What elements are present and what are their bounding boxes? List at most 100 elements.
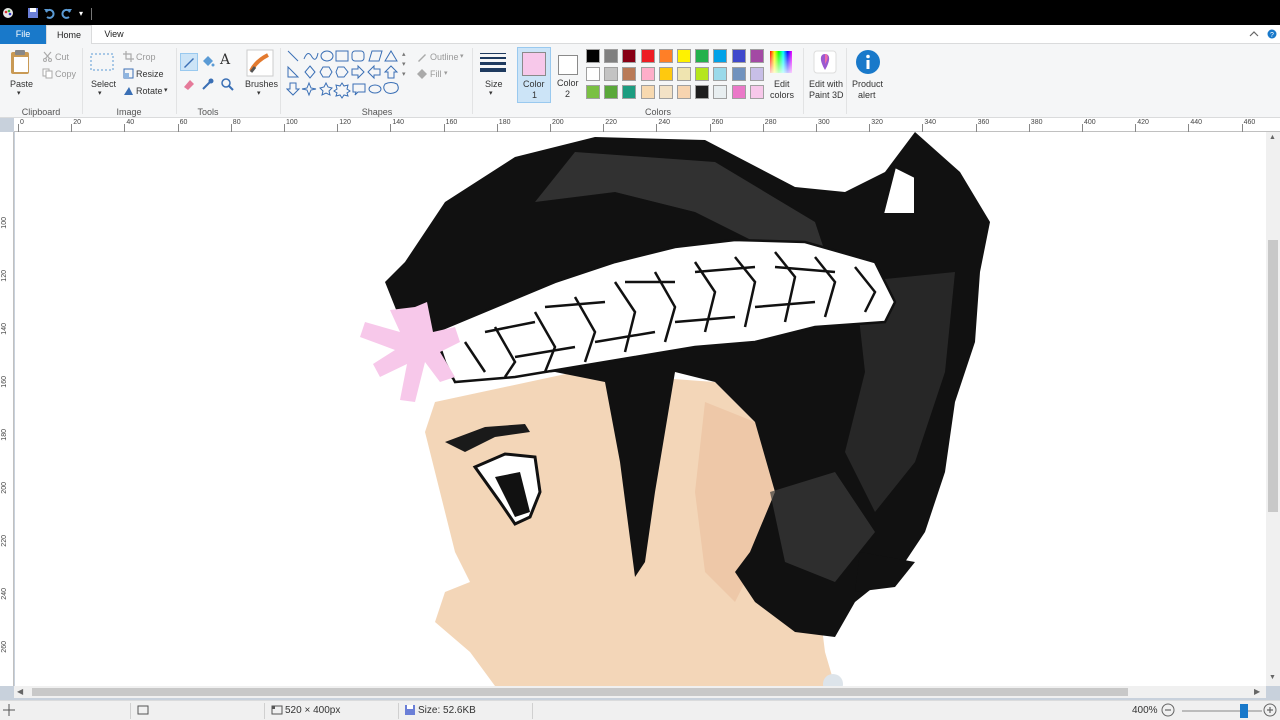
resize-icon[interactable] — [123, 68, 134, 81]
select-dropdown-icon[interactable]: ▾ — [98, 89, 102, 97]
pencil-icon[interactable] — [180, 53, 198, 71]
horizontal-scroll-thumb[interactable] — [32, 688, 1128, 696]
horizontal-scrollbar[interactable]: ◀ ▶ — [14, 686, 1266, 698]
scroll-down-icon[interactable]: ▼ — [1269, 674, 1276, 681]
fill-bucket-icon[interactable] — [201, 54, 215, 70]
eraser-icon[interactable] — [182, 77, 196, 93]
color-picker-icon[interactable] — [201, 77, 215, 93]
zoom-out-icon[interactable] — [1161, 703, 1175, 720]
palette-swatch[interactable] — [713, 49, 728, 63]
palette-swatch[interactable] — [713, 67, 728, 81]
size-button[interactable]: Size — [485, 79, 503, 89]
palette-swatch[interactable] — [677, 85, 691, 99]
palette-swatch[interactable] — [731, 67, 746, 81]
undo-icon[interactable] — [43, 7, 55, 19]
palette-swatch[interactable] — [622, 49, 637, 63]
select-button[interactable]: Select — [91, 79, 116, 89]
select-icon[interactable] — [90, 52, 114, 74]
edit-with-paint3d-button[interactable]: Edit with — [809, 79, 843, 89]
save-icon[interactable] — [27, 7, 39, 19]
scroll-left-icon[interactable]: ◀ — [17, 687, 23, 696]
brushes-button[interactable]: Brushes — [245, 79, 278, 89]
palette-swatch[interactable] — [749, 67, 764, 81]
palette-swatch[interactable] — [731, 49, 746, 63]
tab-home[interactable]: Home — [46, 25, 92, 45]
info-icon[interactable] — [855, 49, 881, 77]
paste-button[interactable]: Paste — [10, 79, 33, 89]
palette-swatch[interactable] — [604, 85, 619, 99]
brushes-dropdown-icon[interactable]: ▾ — [257, 89, 261, 97]
minimize-ribbon-icon[interactable] — [1249, 29, 1259, 39]
zoom-in-icon[interactable] — [1263, 703, 1277, 720]
crop-icon[interactable] — [123, 51, 134, 64]
tab-view[interactable]: View — [92, 25, 136, 44]
status-separator — [532, 703, 533, 719]
rotate-dropdown-icon[interactable]: ▾ — [164, 86, 168, 94]
palette-swatch[interactable] — [622, 85, 637, 99]
palette-swatch[interactable] — [695, 49, 710, 63]
palette-swatch[interactable] — [640, 67, 655, 81]
copy-button[interactable]: Copy — [55, 69, 76, 79]
palette-swatch[interactable] — [640, 85, 655, 99]
fill-dropdown-icon[interactable]: ▾ — [444, 69, 448, 77]
palette-swatch[interactable] — [713, 85, 728, 99]
scroll-up-icon[interactable]: ▲ — [1269, 134, 1276, 141]
shapes-gallery-icon[interactable] — [285, 49, 402, 101]
tab-file[interactable]: File — [0, 25, 46, 44]
edit-colors-label-line2: colors — [770, 90, 795, 100]
customize-quick-access-icon[interactable]: ▾ — [79, 7, 83, 19]
edit-colors-icon[interactable] — [769, 50, 793, 76]
outline-button[interactable]: Outline — [430, 52, 459, 62]
rotate-button[interactable]: Rotate — [136, 86, 163, 96]
text-tool-icon[interactable]: A — [220, 52, 230, 68]
palette-swatch[interactable] — [695, 67, 710, 81]
paint3d-icon[interactable] — [813, 50, 837, 76]
palette-swatch[interactable] — [658, 85, 673, 99]
palette-swatch[interactable] — [658, 67, 673, 81]
edit-colors-button[interactable]: Edit — [774, 79, 790, 89]
color1-selector[interactable]: Color 1 — [517, 47, 551, 103]
zoom-slider[interactable] — [1182, 704, 1262, 718]
size-icon[interactable] — [479, 51, 507, 75]
palette-swatch[interactable] — [749, 49, 764, 63]
vertical-scroll-thumb[interactable] — [1268, 240, 1278, 512]
palette-swatch[interactable] — [604, 49, 619, 63]
outline-icon[interactable] — [416, 51, 428, 65]
palette-swatch[interactable] — [677, 49, 691, 63]
copy-icon[interactable] — [42, 68, 53, 81]
crop-button[interactable]: Crop — [136, 52, 156, 62]
help-icon[interactable]: ? — [1267, 29, 1277, 39]
palette-swatch[interactable] — [640, 49, 655, 63]
palette-swatch[interactable] — [749, 85, 764, 99]
product-alert-button[interactable]: Product — [852, 79, 883, 89]
cut-icon[interactable] — [42, 51, 53, 64]
palette-swatch[interactable] — [677, 67, 691, 81]
vertical-scrollbar[interactable]: ▲ ▼ — [1266, 132, 1280, 686]
paint-app-icon[interactable] — [2, 7, 14, 19]
paste-icon[interactable] — [9, 49, 33, 79]
redo-icon[interactable] — [61, 7, 73, 19]
rotate-icon[interactable] — [123, 85, 134, 98]
palette-swatch[interactable] — [586, 85, 600, 99]
palette-swatch[interactable] — [604, 67, 619, 81]
drawing-canvas[interactable] — [15, 132, 1266, 686]
brushes-icon[interactable] — [246, 49, 274, 79]
color2-selector[interactable]: Color 2 — [553, 47, 583, 103]
palette-swatch[interactable] — [658, 49, 673, 63]
palette-swatch[interactable] — [586, 67, 600, 81]
shapes-scroll-icon[interactable]: ▴ ▾ ▾ — [402, 50, 406, 80]
fill-icon[interactable] — [416, 68, 428, 82]
palette-swatch[interactable] — [586, 49, 600, 63]
cut-button[interactable]: Cut — [55, 52, 69, 62]
resize-button[interactable]: Resize — [136, 69, 164, 79]
palette-swatch[interactable] — [695, 85, 710, 99]
outline-dropdown-icon[interactable]: ▾ — [460, 52, 464, 60]
palette-swatch[interactable] — [731, 85, 746, 99]
zoom-slider-thumb[interactable] — [1239, 704, 1248, 718]
paste-dropdown-icon[interactable]: ▾ — [17, 89, 21, 97]
palette-swatch[interactable] — [622, 67, 637, 81]
size-dropdown-icon[interactable]: ▾ — [489, 89, 493, 97]
fill-button[interactable]: Fill — [430, 69, 442, 79]
scroll-right-icon[interactable]: ▶ — [1254, 687, 1260, 696]
magnifier-icon[interactable] — [220, 77, 234, 93]
